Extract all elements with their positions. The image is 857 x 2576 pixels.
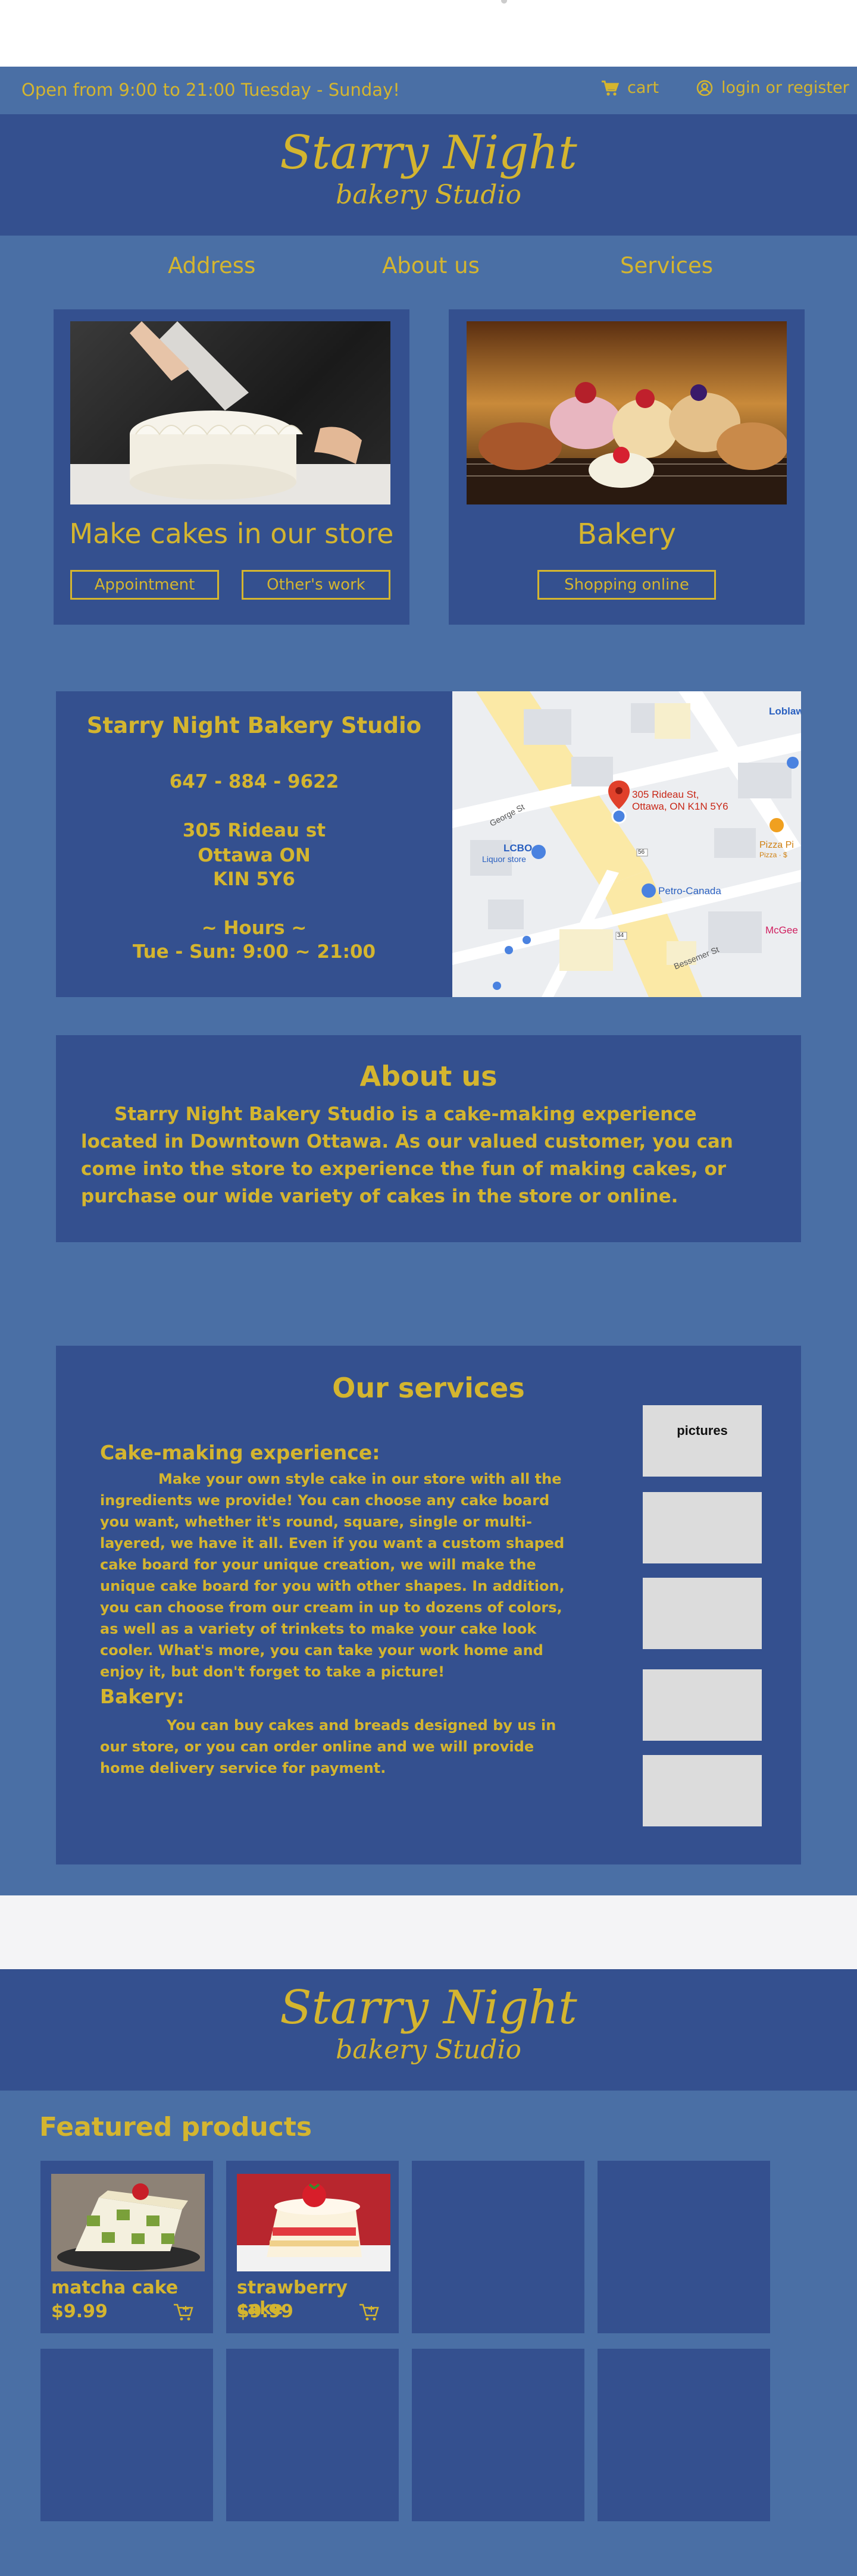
about-heading: About us bbox=[359, 1060, 498, 1092]
header-banner-2: Starry Night bakery Studio bbox=[0, 1969, 857, 2091]
brand-title: Starry Night bbox=[280, 126, 577, 180]
page-gap bbox=[0, 1895, 857, 1969]
product-card-empty bbox=[40, 2349, 213, 2521]
others-work-button[interactable]: Other's work bbox=[242, 570, 390, 600]
user-icon bbox=[696, 80, 713, 96]
brand-subtitle-2: bakery Studio bbox=[336, 2035, 521, 2065]
login-label: login or register bbox=[721, 79, 849, 97]
map-petro: Petro-Canada bbox=[658, 885, 721, 897]
service-picture-3 bbox=[643, 1578, 762, 1649]
map-pin-label-2: Ottawa, ON K1N 5Y6 bbox=[632, 801, 728, 812]
appointment-button[interactable]: Appointment bbox=[70, 570, 219, 600]
bakery-service-heading: Bakery: bbox=[100, 1685, 184, 1708]
bakery-service-body: You can buy cakes and breads designed by… bbox=[100, 1717, 556, 1776]
product-card-matcha[interactable]: matcha cake $9.99 bbox=[40, 2161, 213, 2333]
pastries-photo bbox=[467, 321, 787, 504]
map-pin-label-1: 305 Rideau St, bbox=[632, 789, 699, 800]
product-card-empty bbox=[226, 2349, 399, 2521]
strawberry-cake-photo bbox=[237, 2174, 390, 2271]
brand-subtitle: bakery Studio bbox=[336, 180, 521, 210]
service-picture-1: pictures bbox=[643, 1405, 762, 1477]
nav-item-address[interactable]: Address bbox=[168, 253, 255, 278]
business-name: Starry Night Bakery Studio bbox=[86, 713, 422, 738]
service-picture-2 bbox=[643, 1492, 762, 1563]
login-link[interactable]: login or register bbox=[696, 79, 849, 97]
header-banner: Starry Night bakery Studio bbox=[0, 114, 857, 236]
about-section: About us Starry Night Bakery Studio is a… bbox=[56, 1035, 801, 1242]
map-mcgee: McGee bbox=[765, 925, 798, 936]
matcha-cake-illustration bbox=[51, 2174, 205, 2271]
featured-heading: Featured products bbox=[39, 2112, 312, 2142]
service-picture-4 bbox=[643, 1669, 762, 1741]
nav-item-services[interactable]: Services bbox=[620, 253, 713, 278]
strawberry-cake-illustration bbox=[237, 2174, 390, 2271]
hours-text: Tue - Sun: 9:00 ~ 21:00 bbox=[132, 941, 376, 963]
featured-section: Featured products matcha cake $9.99 stra… bbox=[0, 2091, 857, 2576]
cart-icon bbox=[602, 80, 619, 96]
brand-title-2: Starry Night bbox=[280, 1981, 577, 2035]
top-bar: Open from 9:00 to 21:00 Tuesday - Sunday… bbox=[0, 67, 857, 114]
top-whitespace bbox=[0, 0, 857, 67]
store-card-title: Make cakes in our store bbox=[69, 518, 394, 550]
product-card-empty bbox=[598, 2161, 770, 2333]
nav-item-about-us[interactable]: About us bbox=[382, 253, 480, 278]
opening-hours-text: Open from 9:00 to 21:00 Tuesday - Sunday… bbox=[21, 80, 400, 100]
product-price: $9.99 bbox=[237, 2301, 293, 2322]
shopping-online-button[interactable]: Shopping online bbox=[537, 570, 716, 600]
store-card: Make cakes in our store Appointment Othe… bbox=[54, 309, 409, 625]
cart-label: cart bbox=[627, 79, 659, 97]
map-route-34: 34 bbox=[617, 932, 624, 939]
address-section: Starry Night Bakery Studio 647 - 884 - 9… bbox=[56, 691, 452, 997]
map-route-56: 56 bbox=[638, 849, 645, 855]
product-name: matcha cake bbox=[51, 2277, 179, 2298]
add-to-cart-icon[interactable] bbox=[173, 2302, 194, 2323]
postal-code: KIN 5Y6 bbox=[213, 869, 295, 890]
bakery-card-title: Bakery bbox=[577, 518, 677, 551]
add-to-cart-icon[interactable] bbox=[358, 2302, 380, 2323]
city-address: Ottawa ON bbox=[198, 845, 311, 866]
product-price: $9.99 bbox=[51, 2301, 108, 2322]
services-heading: Our services bbox=[332, 1372, 525, 1404]
cake-decorating-photo bbox=[70, 321, 390, 504]
phone-number: 647 - 884 - 9622 bbox=[169, 771, 339, 792]
map-loblaws: Loblaw bbox=[769, 706, 801, 717]
pictures-label: pictures bbox=[677, 1423, 728, 1438]
cake-making-heading: Cake-making experience: bbox=[100, 1441, 380, 1464]
bakery-card: Bakery Shopping online bbox=[449, 309, 805, 625]
matcha-cake-photo bbox=[51, 2174, 205, 2271]
map-lcbo-sub: Liquor store bbox=[482, 854, 526, 864]
cart-link[interactable]: cart bbox=[601, 79, 659, 97]
product-card-empty bbox=[412, 2161, 584, 2333]
street-address: 305 Rideau st bbox=[182, 820, 326, 841]
map-pizza-sub: Pizza · $ bbox=[759, 851, 787, 859]
hours-heading: ~ Hours ~ bbox=[201, 917, 307, 939]
cake-decorating-illustration bbox=[70, 321, 390, 504]
product-card-empty bbox=[412, 2349, 584, 2521]
service-picture-5 bbox=[643, 1755, 762, 1826]
map-pizza: Pizza Pi bbox=[759, 840, 794, 850]
pastries-illustration bbox=[467, 382, 787, 504]
product-card-empty bbox=[598, 2349, 770, 2521]
cake-making-body: Make your own style cake in our store wi… bbox=[100, 1471, 565, 1680]
product-card-strawberry[interactable]: strawberry cake $9.99 bbox=[226, 2161, 399, 2333]
location-map[interactable]: 305 Rideau St, Ottawa, ON K1N 5Y6 LCBO L… bbox=[452, 691, 801, 997]
about-body: Starry Night Bakery Studio is a cake-mak… bbox=[81, 1104, 733, 1207]
map-lcbo: LCBO bbox=[503, 842, 533, 854]
